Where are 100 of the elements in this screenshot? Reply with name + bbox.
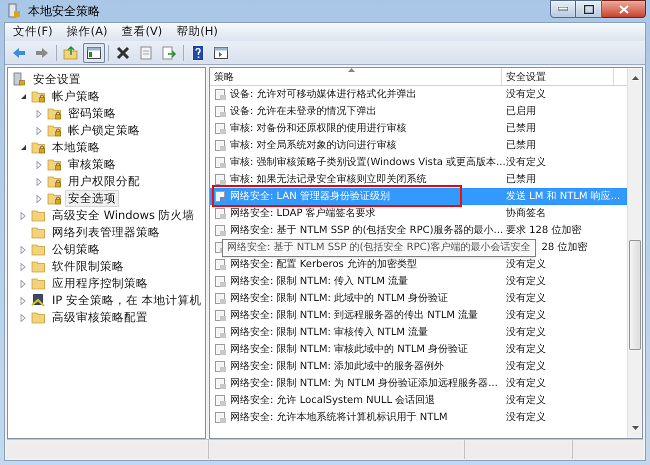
security-setting: 协商签名: [505, 206, 546, 221]
security-setting: 没有定义: [505, 342, 546, 357]
security-setting: 已禁用: [505, 172, 536, 187]
security-setting: 没有定义: [505, 274, 546, 289]
security-setting: 没有定义: [505, 292, 546, 306]
table-row[interactable]: 网络安全: 限制 NTLM: 此域中的 NTLM 身份验证 没有定义: [210, 290, 627, 307]
scroll-up-icon[interactable]: [632, 76, 638, 80]
table-row[interactable]: 网络安全: 限制 NTLM: 添加此域中的服务器例外 没有定义: [210, 358, 627, 375]
table-row[interactable]: 网络安全: 基于 NTLM SSP 的(包括安全 RPC)服务器的最小... 要求 128 位加密: [210, 222, 627, 239]
policy-name: 审核: 对备份和还原权限的使用进行审核: [230, 122, 407, 136]
table-row[interactable]: 审核: 对备份和还原权限的使用进行审核 已禁用: [210, 120, 627, 137]
column-header[interactable]: 策略: [210, 68, 502, 85]
maximize-button[interactable]: [576, 0, 602, 18]
collapsed-arrow-icon[interactable]: [20, 280, 26, 288]
tree-item[interactable]: 高级安全 Windows 防火墙: [49, 207, 198, 224]
collapsed-arrow-icon[interactable]: [36, 160, 42, 168]
policy-name: 网络安全: 限制 NTLM: 添加此域中的服务器例外: [230, 360, 444, 374]
policy-name: 网络安全: 配置 Kerberos 允许的加密类型: [230, 258, 417, 272]
table-row[interactable]: 设备: 允许在未登录的情况下弹出 已启用: [210, 103, 627, 120]
policy-name: 设备: 允许对可移动媒体进行格式化并弹出: [230, 88, 417, 102]
policy-icon: [214, 122, 227, 135]
security-setting: 没有定义: [505, 258, 546, 272]
security-setting: 已禁用: [505, 122, 536, 136]
table-row[interactable]: 网络安全: 限制 NTLM: 审核传入 NTLM 流量 没有定义: [210, 324, 627, 341]
security-setting: 要求 128 位加密: [505, 224, 582, 238]
tree-item[interactable]: 安全选项: [65, 190, 119, 207]
collapsed-arrow-icon[interactable]: [20, 262, 26, 270]
minimize-icon: [558, 7, 568, 11]
table-row[interactable]: 设备: 允许对可移动媒体进行格式化并弹出 没有定义: [210, 86, 627, 103]
scroll-thumb[interactable]: [629, 240, 641, 350]
tree-item[interactable]: 公钥策略: [49, 241, 103, 258]
column-header[interactable]: 安全设置: [502, 68, 614, 85]
security-setting: 没有定义: [505, 326, 546, 340]
collapsed-arrow-icon[interactable]: [20, 296, 26, 304]
policy-icon: [214, 275, 227, 288]
menu-item[interactable]: 帮助(H): [170, 23, 224, 41]
collapsed-arrow-icon[interactable]: [20, 314, 26, 322]
policy-name: 网络安全: 限制 NTLM: 传入 NTLM 流量: [230, 274, 408, 289]
policy-icon: [214, 207, 227, 220]
table-row[interactable]: 网络安全: 基于 NTLM SSP 的(包括安全 RPC)客户端的最小会话安全 28 位加密: [210, 239, 627, 256]
computer-lock-icon: [12, 72, 27, 87]
security-setting: 没有定义: [505, 410, 546, 425]
minimize-button[interactable]: [550, 0, 576, 18]
locked-folder-icon: [47, 107, 62, 120]
tree-item[interactable]: 用户权限分配: [65, 173, 143, 190]
folder-icon: [31, 226, 46, 239]
tree-item[interactable]: 高级审核策略配置: [49, 309, 151, 326]
collapsed-arrow-icon[interactable]: [36, 110, 42, 118]
collapsed-arrow-icon[interactable]: [36, 126, 42, 134]
scrollbar[interactable]: [627, 68, 642, 438]
table-row[interactable]: 审核: 强制审核策略子类别设置(Windows Vista 或更高版本...没有定义: [210, 154, 627, 171]
policy-name: 设备: 允许在未登录的情况下弹出: [230, 104, 377, 119]
tree-item[interactable]: 网络列表管理器策略: [49, 224, 163, 241]
close-icon: [618, 4, 628, 14]
tree-item[interactable]: 密码策略: [65, 105, 119, 122]
policy-name: 网络安全: LDAP 客户端签名要求: [230, 206, 376, 221]
policy-icon: [214, 156, 227, 169]
policy-name: 审核: 如果无法记录安全审核则立即关闭系统: [230, 172, 427, 187]
collapsed-arrow-icon[interactable]: [36, 194, 42, 202]
scroll-down-icon[interactable]: [632, 426, 638, 430]
tree-item[interactable]: 帐户策略: [49, 88, 103, 105]
table-row[interactable]: 网络安全: 允许本地系统将计算机标识用于 NTLM 没有定义: [210, 409, 627, 426]
tree-item[interactable]: 软件限制策略: [49, 258, 127, 275]
menu-item[interactable]: 操作(A): [60, 23, 114, 41]
table-row[interactable]: 审核: 如果无法记录安全审核则立即关闭系统 已禁用: [210, 171, 627, 188]
tree-item[interactable]: 本地策略: [49, 139, 103, 156]
close-button[interactable]: [602, 0, 646, 18]
table-row[interactable]: 网络安全: 限制 NTLM: 传入 NTLM 流量 没有定义: [210, 273, 627, 290]
tree-item[interactable]: IP 安全策略，在 本地计算机: [49, 292, 205, 309]
table-row[interactable]: 网络安全: 限制 NTLM: 审核此域中的 NTLM 身份验证 没有定义: [210, 341, 627, 358]
security-setting: 没有定义: [505, 88, 546, 102]
policy-icon: [214, 88, 227, 101]
tree-item[interactable]: 审核策略: [65, 156, 119, 173]
policy-name: 网络安全: 允许本地系统将计算机标识用于 NTLM: [230, 410, 448, 425]
locked-folder-icon: [31, 90, 46, 103]
security-setting: 发送 LM 和 NTLM 响应...: [505, 190, 620, 204]
table-row[interactable]: 网络安全: 限制 NTLM: 到远程服务器的传出 NTLM 流量 没有定义: [210, 307, 627, 324]
console-tree-icon[interactable]: [83, 42, 105, 62]
policy-icon: [214, 343, 227, 356]
tree-item[interactable]: 应用程序控制策略: [49, 275, 151, 292]
menu-item[interactable]: 文件(F): [7, 23, 59, 41]
tree-item[interactable]: 帐户锁定策略: [65, 122, 143, 139]
security-setting: 没有定义: [505, 360, 546, 374]
table-row[interactable]: 网络安全: 限制 NTLM: 为 NTLM 身份验证添加远程服务器... 没有定义: [210, 375, 627, 392]
locked-folder-icon: [47, 124, 62, 137]
table-row[interactable]: 审核: 对全局系统对象的访问进行审核 已禁用: [210, 137, 627, 154]
tree-item[interactable]: 安全设置: [30, 71, 84, 88]
collapsed-arrow-icon[interactable]: [20, 246, 26, 254]
collapsed-arrow-icon[interactable]: [36, 178, 42, 186]
expanded-arrow-icon[interactable]: [20, 144, 26, 151]
menu-item[interactable]: 查看(V): [115, 23, 168, 41]
collapsed-arrow-icon[interactable]: [20, 212, 26, 220]
table-row[interactable]: 网络安全: 允许 LocalSystem NULL 会话回退 没有定义: [210, 392, 627, 409]
expanded-arrow-icon[interactable]: [20, 93, 26, 100]
table-row[interactable]: 网络安全: LDAP 客户端签名要求 协商签名: [210, 205, 627, 222]
policy-name: 网络安全: 限制 NTLM: 此域中的 NTLM 身份验证: [230, 292, 448, 306]
policy-name: 审核: 对全局系统对象的访问进行审核: [230, 138, 397, 153]
security-setting: 没有定义: [505, 156, 546, 170]
network-shield-icon: [31, 293, 46, 308]
table-row[interactable]: 网络安全: 配置 Kerberos 允许的加密类型 没有定义: [210, 256, 627, 273]
